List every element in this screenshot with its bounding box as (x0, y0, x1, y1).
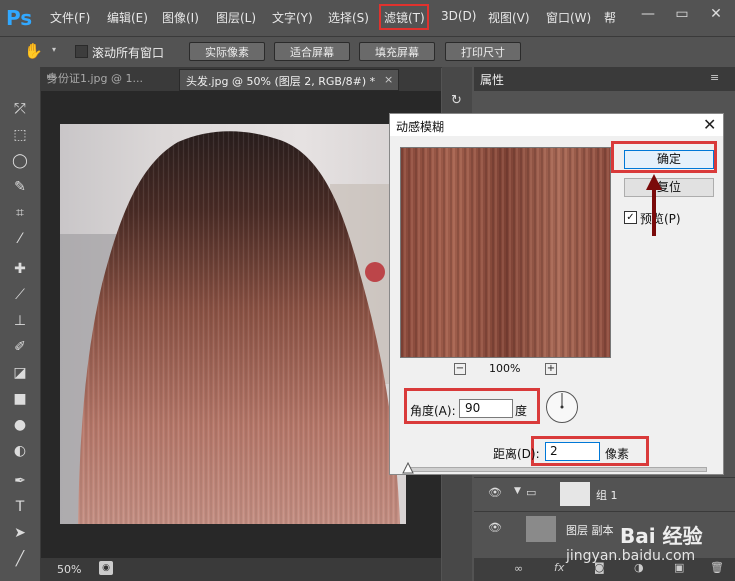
canvas-image[interactable] (60, 124, 406, 524)
history-panel-icon[interactable]: ↻ (451, 93, 462, 108)
status-bar: 50% ◉ (41, 558, 441, 581)
menu-3d[interactable]: 3D(D) (441, 9, 476, 23)
crop-tool-icon[interactable]: ⌗ (9, 203, 31, 223)
tab-hair-close-icon[interactable]: × (384, 73, 393, 86)
maximize-button[interactable]: ▭ (667, 4, 697, 24)
fill-screen-button[interactable]: 填充屏幕 (359, 42, 435, 61)
menu-help[interactable]: 帮 (604, 9, 616, 26)
menu-edit[interactable]: 编辑(E) (107, 9, 148, 26)
scroll-all-label: 滚动所有窗口 (92, 46, 165, 60)
distance-slider-track[interactable] (405, 467, 707, 472)
layer-visibility-eye-icon[interactable]: 👁 (488, 521, 502, 534)
marquee-tool-icon[interactable]: ⬚ (9, 125, 31, 145)
distance-slider-handle[interactable] (402, 462, 414, 474)
angle-input[interactable]: 90 (459, 399, 513, 418)
layer-visibility-eye-icon[interactable]: 👁 (488, 486, 502, 499)
clone-stamp-tool-icon[interactable]: ⊥ (9, 311, 31, 331)
menu-file[interactable]: 文件(F) (50, 9, 90, 26)
watermark-brand: Bai 经验 (620, 524, 703, 548)
distance-input[interactable]: 2 (545, 442, 600, 461)
tab-id-card-label: 身份证1.jpg @ 1... (47, 72, 143, 85)
actual-pixels-button[interactable]: 实际像素 (189, 42, 265, 61)
blur-preview[interactable] (400, 147, 611, 358)
panel-menu-icon[interactable]: ≡ (710, 71, 719, 84)
dodge-tool-icon[interactable]: ◐ (9, 441, 31, 461)
print-size-button[interactable]: 打印尺寸 (445, 42, 521, 61)
preview-checkbox[interactable]: ✓ (624, 211, 637, 224)
menu-bar: Ps 文件(F) 编辑(E) 图像(I) 图层(L) 文字(Y) 选择(S) 滤… (0, 0, 735, 36)
tool-preset-dropdown-icon[interactable]: ▾ (52, 45, 56, 54)
layer-row[interactable]: 👁 ▼ ▭ 组 1 (474, 477, 735, 510)
menu-type[interactable]: 文字(Y) (272, 9, 313, 26)
arrow-up-annotation-icon (646, 174, 662, 236)
move-tool-icon[interactable]: ⤱ (9, 99, 31, 119)
layer-thumbnail (526, 516, 556, 542)
preview-zoom-label: 100% (489, 362, 521, 375)
options-bar: ✋ ▾ 滚动所有窗口 实际像素 适合屏幕 填充屏幕 打印尺寸 (0, 36, 735, 68)
close-window-button[interactable]: ✕ (701, 4, 731, 24)
minimize-button[interactable]: — (633, 4, 663, 24)
angle-dial[interactable] (545, 390, 579, 424)
layer-name: 组 1 (596, 489, 618, 502)
menu-view[interactable]: 视图(V) (488, 9, 530, 26)
blur-tool-icon[interactable]: ● (9, 415, 31, 435)
dialog-close-icon[interactable]: ✕ (703, 115, 716, 134)
layer-name: 图层 副本 (566, 524, 614, 537)
quick-select-tool-icon[interactable]: ✎ (9, 177, 31, 197)
hand-tool-icon[interactable]: ✋ (24, 42, 43, 60)
photoshop-logo: Ps (6, 6, 33, 30)
reset-button[interactable]: 复位 (624, 178, 714, 197)
tab-hair[interactable]: 头发.jpg @ 50% (图层 2, RGB/8#) * × (179, 69, 399, 91)
zoom-out-button[interactable]: − (454, 363, 466, 375)
hair-photo (60, 124, 406, 524)
brush-tool-icon[interactable]: ⟋ (9, 285, 31, 305)
menu-window[interactable]: 窗口(W) (546, 9, 591, 26)
type-tool-icon[interactable]: T (9, 497, 31, 517)
zoom-in-button[interactable]: + (545, 363, 557, 375)
distance-label: 距离(D): (493, 447, 540, 461)
delete-layer-icon[interactable]: 🗑 (710, 561, 724, 574)
window-controls: — ▭ ✕ (625, 0, 735, 36)
line-tool-icon[interactable]: ╱ (9, 549, 31, 569)
link-layers-icon[interactable]: ∞ (514, 562, 523, 575)
layer-mask-thumbnail (560, 482, 590, 506)
lasso-tool-icon[interactable]: ◯ (9, 151, 31, 171)
dialog-title: 动感模糊 (396, 120, 445, 134)
properties-panel-title: 属性 (480, 73, 505, 87)
menu-filter[interactable]: 滤镜(T) (384, 9, 425, 26)
healing-brush-tool-icon[interactable]: ✚ (9, 259, 31, 279)
ok-button[interactable]: 确定 (624, 150, 714, 169)
properties-panel-header: 属性 ≡ (474, 67, 735, 91)
tools-panel: ⤱ ⬚ ◯ ✎ ⌗ ⁄ ✚ ⟋ ⊥ ✐ ◪ ■ ● ◐ ✒ T ➤ ╱ (0, 67, 41, 581)
scroll-all-checkbox[interactable] (75, 45, 88, 58)
dialog-titlebar: 动感模糊 ✕ (390, 114, 723, 136)
tab-id-card[interactable]: 身份证1.jpg @ 1... (41, 69, 181, 89)
menu-layer[interactable]: 图层(L) (216, 9, 256, 26)
preview-hair-texture (401, 148, 610, 357)
pen-tool-icon[interactable]: ✒ (9, 471, 31, 491)
gradient-tool-icon[interactable]: ■ (9, 389, 31, 409)
motion-blur-dialog: 动感模糊 ✕ − 100% + 确定 复位 ✓ 预览(P) 角度(A): 90 … (389, 113, 724, 475)
eraser-tool-icon[interactable]: ◪ (9, 363, 31, 383)
menu-select[interactable]: 选择(S) (328, 9, 369, 26)
eyedropper-tool-icon[interactable]: ⁄ (9, 229, 31, 249)
distance-unit: 像素 (605, 447, 630, 461)
menu-image[interactable]: 图像(I) (162, 9, 199, 26)
tab-hair-label: 头发.jpg @ 50% (图层 2, RGB/8#) * (186, 75, 376, 88)
angle-unit: 度 (515, 404, 528, 418)
status-info-icon[interactable]: ◉ (99, 561, 113, 575)
fit-screen-button[interactable]: 适合屏幕 (274, 42, 350, 61)
document-tabs: ▸▸ 身份证1.jpg @ 1... × 头发.jpg @ 50% (图层 2,… (41, 67, 441, 91)
history-brush-tool-icon[interactable]: ✐ (9, 337, 31, 357)
watermark-url: jingyan.baidu.com (566, 548, 696, 564)
zoom-level[interactable]: 50% (57, 563, 81, 576)
layer-style-icon[interactable]: fx (554, 561, 564, 574)
path-select-tool-icon[interactable]: ➤ (9, 523, 31, 543)
angle-label: 角度(A): (410, 404, 456, 418)
group-expand-icon[interactable]: ▼ (514, 486, 521, 496)
folder-icon: ▭ (526, 486, 537, 499)
